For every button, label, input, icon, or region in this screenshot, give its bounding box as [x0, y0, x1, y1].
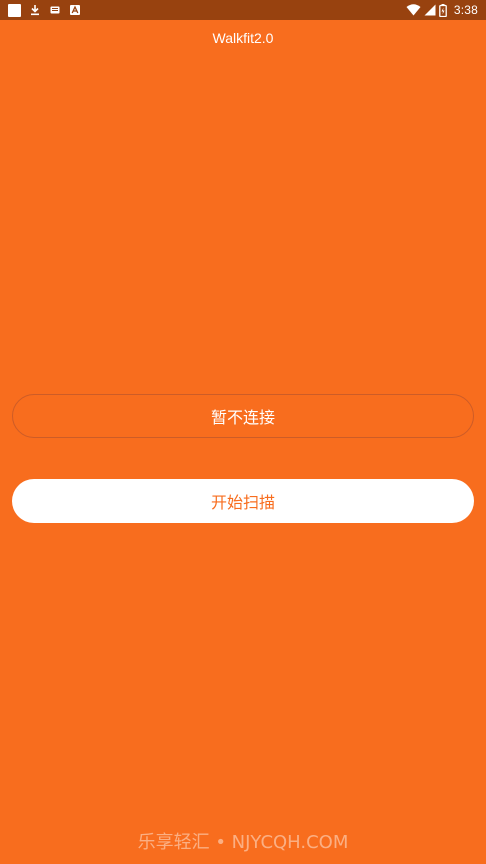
a-icon — [70, 5, 80, 15]
disconnect-button-label: 暂不连接 — [210, 408, 275, 427]
status-time: 3:38 — [453, 3, 478, 17]
start-scan-button[interactable]: 开始扫描 — [12, 479, 474, 523]
wifi-icon — [406, 4, 421, 16]
app-icon — [50, 6, 60, 14]
page-title: Walkfit2.0 — [212, 30, 274, 46]
download-icon — [31, 5, 39, 16]
status-right-icons: 3:38 — [406, 0, 478, 20]
status-bar: 3:38 — [0, 0, 486, 20]
watermark: 乐享轻汇 • NJYCQH.COM — [137, 832, 349, 853]
signal-icon — [424, 4, 436, 16]
status-left-icons — [8, 3, 81, 17]
start-scan-button-label: 开始扫描 — [210, 493, 275, 512]
notification-square-icon — [8, 3, 21, 17]
battery-icon — [438, 3, 447, 17]
disconnect-button[interactable]: 暂不连接 — [12, 394, 474, 438]
